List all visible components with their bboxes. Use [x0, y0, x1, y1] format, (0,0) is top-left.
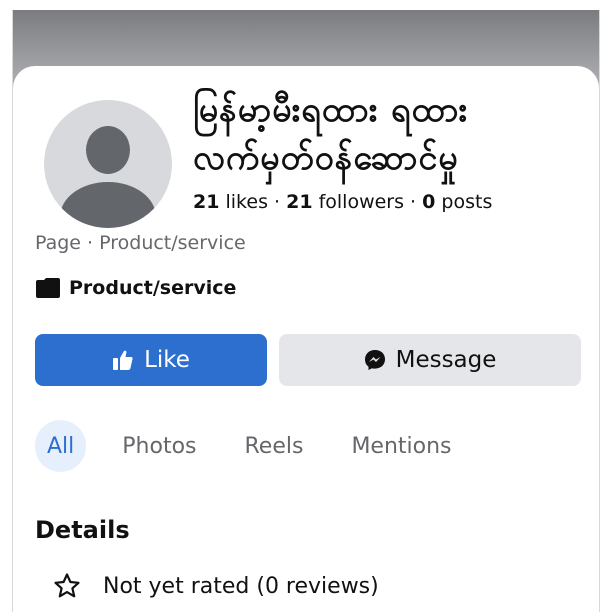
avatar	[44, 100, 172, 228]
profile-picture[interactable]	[38, 94, 178, 234]
page-tabs: All Photos Reels Mentions	[35, 420, 464, 472]
like-button[interactable]: Like	[35, 334, 267, 386]
star-outline-icon	[54, 573, 80, 598]
message-button[interactable]: Message	[279, 334, 581, 386]
page-title-line2: လက်မှတ်ဝန်ဆောင်မှု	[193, 138, 459, 178]
posts-label: posts	[435, 191, 493, 213]
tab-photos[interactable]: Photos	[110, 420, 208, 472]
page-title: မြန်မာ့မီးရထား ရထား လက်မှတ်ဝန်ဆောင်မှု	[193, 86, 593, 182]
category-icon	[36, 278, 60, 298]
like-button-label: Like	[144, 347, 190, 373]
page-frame: မြန်မာ့မီးရထား ရထား လက်မှတ်ဝန်ဆောင်မှု 2…	[12, 10, 600, 612]
likes-count[interactable]: 21	[193, 191, 219, 213]
rating-row[interactable]: Not yet rated (0 reviews)	[53, 572, 379, 600]
tab-reels[interactable]: Reels	[233, 420, 316, 472]
followers-count[interactable]: 21	[286, 191, 312, 213]
category-row: Product/service	[35, 277, 236, 299]
page-type-line: Page · Product/service	[35, 232, 246, 254]
followers-label: followers ·	[312, 191, 423, 213]
thumbs-up-icon	[113, 350, 133, 370]
avatar-body	[60, 182, 156, 228]
page-title-line1: မြန်မာ့မီးရထား ရထား	[193, 90, 469, 130]
message-button-label: Message	[395, 347, 497, 373]
messenger-icon	[364, 350, 385, 370]
posts-count: 0	[422, 191, 436, 213]
rating-text: Not yet rated (0 reviews)	[103, 573, 379, 599]
tab-all[interactable]: All	[35, 420, 87, 472]
category-label: Product/service	[69, 277, 237, 299]
details-heading: Details	[35, 516, 130, 544]
tab-mentions[interactable]: Mentions	[339, 420, 463, 472]
page-stats: 21 likes · 21 followers · 0 posts	[193, 191, 492, 213]
likes-label: likes ·	[219, 191, 287, 213]
avatar-head	[86, 126, 130, 174]
